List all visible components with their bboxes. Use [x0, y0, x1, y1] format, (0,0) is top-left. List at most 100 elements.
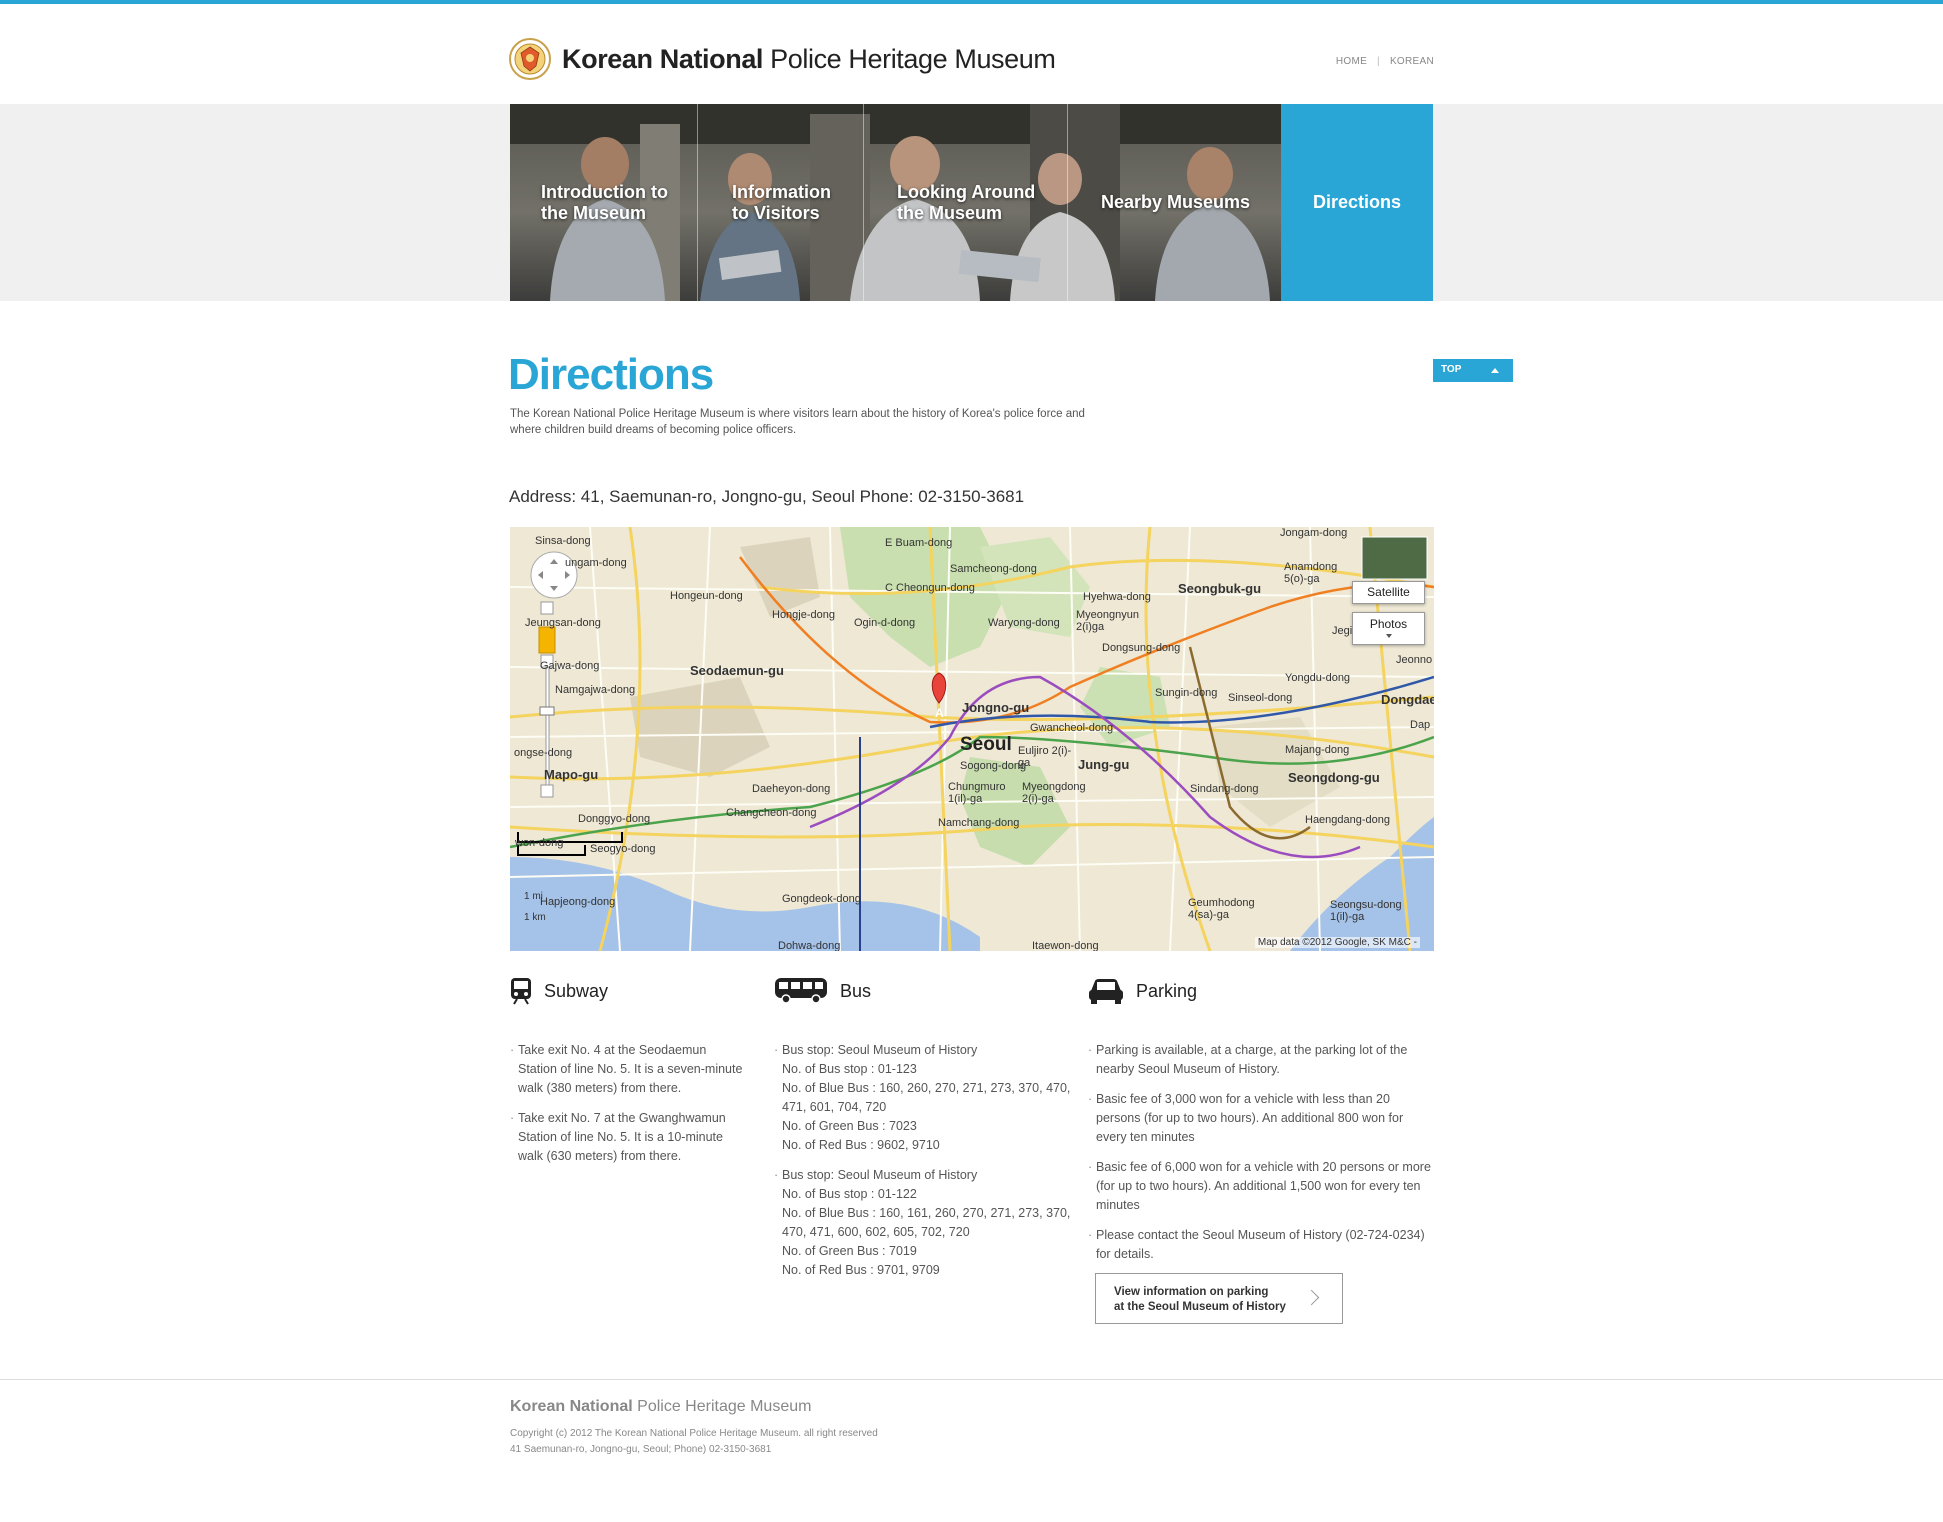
red-bus-numbers: No. of Red Bus : 9602, 9710 [782, 1138, 940, 1152]
map-label: Gongdeok-dong [782, 893, 861, 905]
top-accent-line [0, 0, 1943, 4]
page-intro: The Korean National Police Heritage Muse… [510, 408, 1085, 436]
map-label: Jung-gu [1078, 757, 1130, 772]
map-label: won-dong [515, 837, 564, 849]
map-label: Hapjeong-dong [540, 896, 616, 908]
footer-text: Copyright (c) 2012 The Korean National P… [510, 1426, 878, 1458]
car-icon [1089, 979, 1123, 1004]
korean-link[interactable]: KOREAN [1390, 56, 1434, 67]
map-label: Daeheyon-dong [752, 783, 831, 795]
map-label: Changcheon-dong [726, 807, 817, 819]
map-label-seoul: Seoul [960, 734, 1012, 755]
parking-info-button[interactable]: View information on parking at the Seoul… [1095, 1273, 1343, 1324]
map-label: Itaewon-dong [1032, 940, 1099, 951]
map-label: Seongbuk-gu [1178, 581, 1262, 596]
nav-separator [697, 104, 698, 301]
bus-icon [775, 978, 827, 1004]
map-label: Haengdang-dong [1305, 814, 1391, 826]
footer-copyright: Copyright (c) 2012 The Korean National P… [510, 1428, 878, 1439]
subway-title: Subway [510, 976, 745, 1006]
police-emblem-icon[interactable] [509, 38, 551, 80]
parking-title: Parking [1088, 976, 1433, 1006]
map-label: Euljiro 2(i)-ga [1018, 745, 1072, 769]
bus-title: Bus [774, 976, 1074, 1006]
map-label: Donggyo-dong [578, 813, 651, 825]
map-marker-label[interactable]: A [935, 706, 944, 720]
map-label: Majang-dong [1285, 744, 1350, 756]
photos-label: Photos [1369, 617, 1408, 631]
footer-divider [0, 1379, 1943, 1380]
link-separator: | [1377, 56, 1380, 67]
list-item: Take exit No. 4 at the Seodaemun Station… [510, 1041, 745, 1098]
nav-item-label: Information to Visitors [732, 181, 831, 223]
logo-bold: Korean National [562, 44, 764, 74]
green-bus-numbers: No. of Green Bus : 7023 [782, 1119, 917, 1133]
bus-title-text: Bus [840, 980, 872, 1001]
address-line: Address: 41, Saemunan-ro, Jongno-gu, Seo… [509, 487, 1025, 506]
map-label: Yongdu-dong [1285, 672, 1351, 684]
bus-stop-name: Bus stop: Seoul Museum of History [782, 1043, 978, 1057]
map-label: Hyehwa-dong [1083, 591, 1151, 603]
nav-separator [863, 104, 864, 301]
map-label: Dongdaemun- [1381, 692, 1434, 707]
satellite-label: Satellite [1367, 585, 1410, 599]
green-bus-numbers: No. of Green Bus : 7019 [782, 1244, 917, 1258]
map-label: Dap [1410, 719, 1431, 731]
home-link[interactable]: HOME [1336, 56, 1367, 67]
photos-button[interactable]: Photos [1352, 612, 1425, 645]
chevron-down-icon [1385, 634, 1392, 638]
bus-stop-number: No. of Bus stop : 01-123 [782, 1062, 917, 1076]
map-label: Myeongnyun 2(i)ga [1076, 609, 1139, 633]
subway-list: Take exit No. 4 at the Seodaemun Station… [510, 1041, 745, 1166]
map-label: Sogong-dong [960, 760, 1027, 772]
scale-km-label: 1 km [524, 912, 546, 923]
map-label: Dohwa-dong [778, 940, 841, 951]
map-label: Sungin-dong [1155, 687, 1218, 699]
bus-section: Bus Bus stop: Seoul Museum of History No… [774, 976, 1074, 1291]
top-button[interactable]: TOP [1433, 359, 1513, 382]
nav-item-looking-around[interactable]: Looking Around the Museum [897, 104, 1057, 301]
top-links: HOME | KOREAN [1336, 56, 1434, 67]
red-bus-numbers: No. of Red Bus : 9701, 9709 [782, 1263, 940, 1277]
map-label: Hongje-dong [772, 609, 835, 621]
top-button-label: TOP [1441, 364, 1462, 375]
site-header: Korean National Police Heritage Museum H… [509, 36, 1434, 86]
nav-item-introduction[interactable]: Introduction to the Museum [541, 104, 691, 301]
map-label: Sindang-dong [1190, 783, 1259, 795]
map-label: Ogin-d-dong [854, 617, 916, 629]
nav-item-information[interactable]: Information to Visitors [732, 104, 857, 301]
site-logo-text[interactable]: Korean National Police Heritage Museum [562, 44, 1056, 75]
nav-separator [1067, 104, 1068, 301]
google-map[interactable]: Sinsa-dong ungam-dong E Buam-dong Hongeu… [510, 527, 1434, 951]
map-label: Jongam-dong [1280, 527, 1348, 539]
map-label: Gajwa-dong [540, 660, 600, 672]
footer-logo: Korean National Police Heritage Museum [510, 1398, 811, 1416]
page-title: Directions [508, 350, 714, 399]
map-label: E Buam-dong [885, 537, 953, 549]
nav-item-label: Introduction to the Museum [541, 181, 668, 223]
parking-list: Parking is available, at a charge, at th… [1088, 1041, 1433, 1264]
map-label: Seongdong-gu [1288, 770, 1380, 785]
logo-regular: Police Heritage Museum [770, 44, 1056, 74]
map-label: Sinseol-dong [1228, 692, 1293, 704]
map-label: Seongsu-dong 1(il)-ga [1330, 899, 1402, 923]
map-label: Mapo-gu [544, 767, 599, 782]
map-label: Samcheong-dong [950, 563, 1037, 575]
map-label: Sinsa-dong [535, 535, 591, 547]
scale-mi-label: 1 mi [524, 891, 543, 902]
map-label: Anamdong 5(o)-ga [1284, 561, 1338, 585]
list-item: Take exit No. 7 at the Gwanghwamun Stati… [510, 1109, 745, 1166]
map-label: Seogyo-dong [590, 843, 656, 855]
nav-item-directions[interactable]: Directions [1281, 104, 1433, 301]
bus-list: Bus stop: Seoul Museum of History No. of… [774, 1041, 1074, 1280]
map-label: ungam-dong [565, 557, 627, 569]
list-item: Please contact the Seoul Museum of Histo… [1088, 1226, 1433, 1264]
subway-section: Subway Take exit No. 4 at the Seodaemun … [510, 976, 745, 1177]
map-label: Jongno-gu [962, 700, 1030, 715]
map-copyright: Map data ©2012 Google, SK M&C - [1254, 937, 1420, 948]
footer-logo-bold: Korean National [510, 1398, 633, 1415]
satellite-button[interactable]: Satellite [1352, 581, 1425, 604]
nav-item-label: Looking Around the Museum [897, 181, 1036, 223]
map-label: Hongeun-dong [670, 590, 743, 602]
nav-item-nearby-museums[interactable]: Nearby Museums [1101, 104, 1276, 301]
